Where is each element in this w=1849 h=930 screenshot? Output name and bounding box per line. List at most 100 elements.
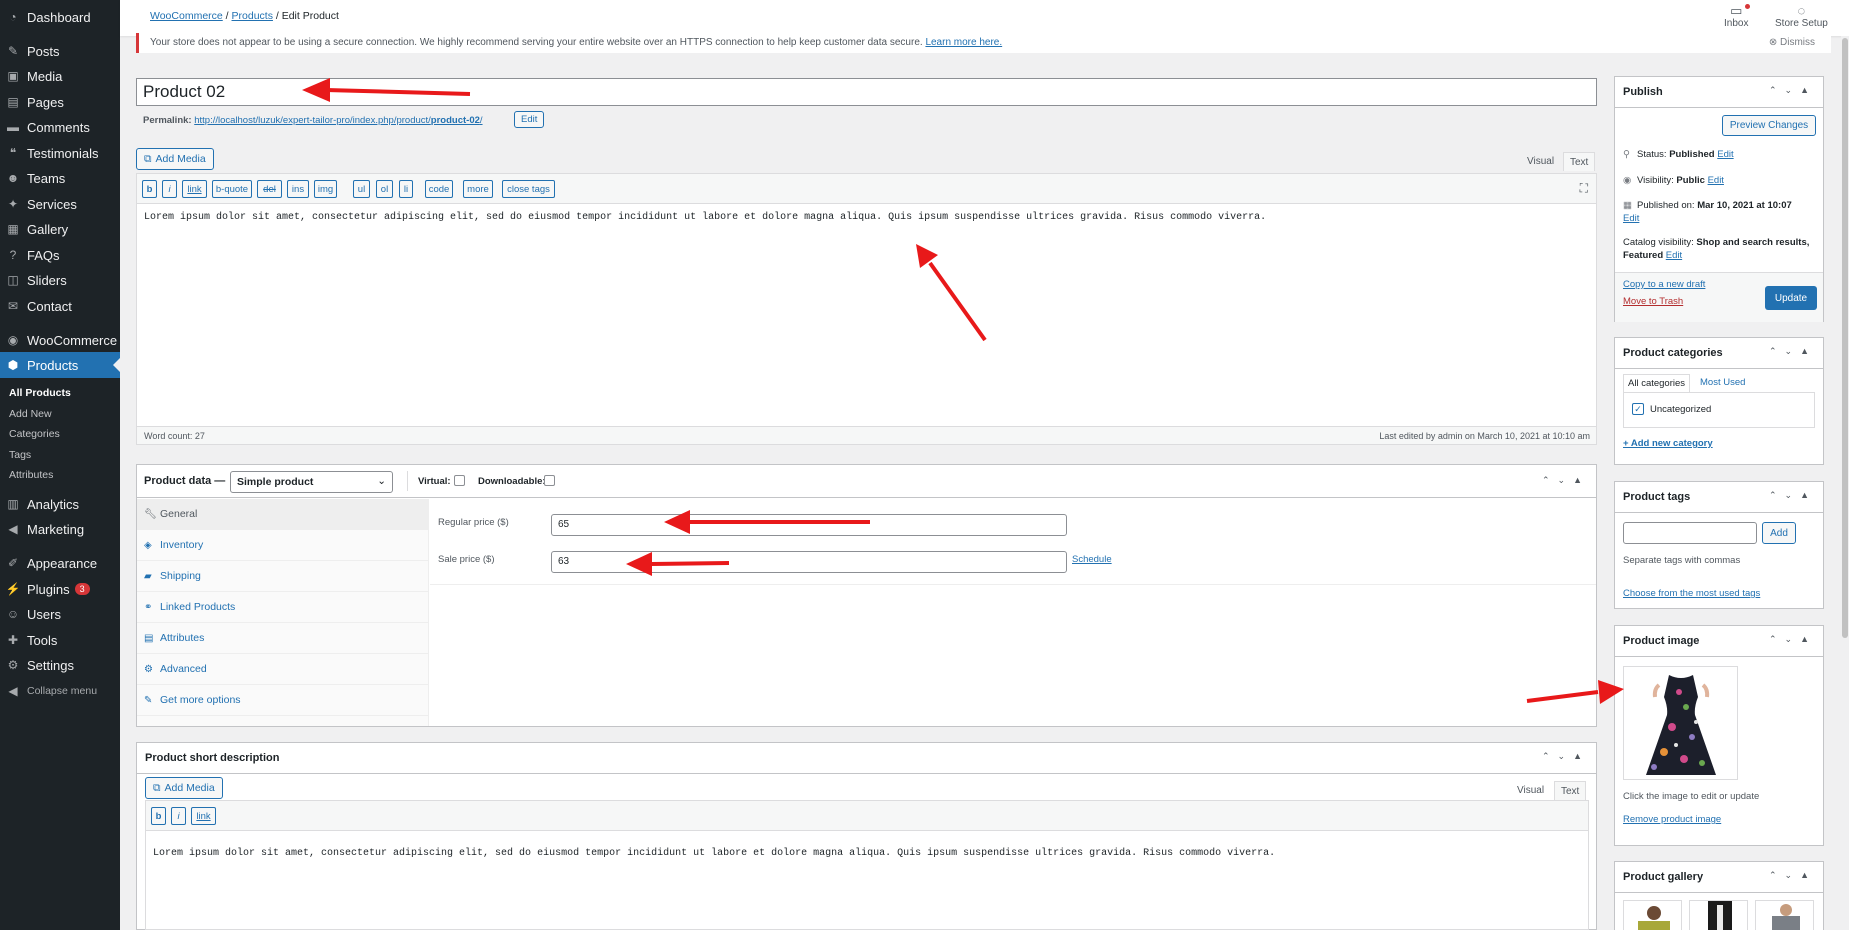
add-new-category-link[interactable]: + Add new category [1623,438,1713,449]
gallery-image[interactable] [1755,900,1814,930]
quicktag-close-tags[interactable]: close tags [502,180,555,198]
panel-handle-arrows[interactable]: ⌃⌄▲ [1542,475,1590,486]
collapse-menu-button[interactable]: ◀ Collapse menu [0,678,120,704]
choose-most-used-tags-link[interactable]: Choose from the most used tags [1623,588,1760,599]
menu-sliders[interactable]: ◫ Sliders [0,267,120,293]
quicktag-ul[interactable]: ul [353,180,370,198]
menu-media[interactable]: ▣ Media [0,63,120,89]
menu-analytics[interactable]: ▥ Analytics [0,491,120,517]
breadcrumb-woocommerce-link[interactable]: WooCommerce [150,10,223,22]
menu-settings[interactable]: ⚙ Settings [0,652,120,678]
menu-woocommerce[interactable]: ◉ WooCommerce [0,327,120,353]
menu-users[interactable]: ☺ Users [0,601,120,627]
copy-to-draft-link[interactable]: Copy to a new draft [1623,279,1705,290]
menu-contact[interactable]: ✉ Contact [0,293,120,319]
short-add-media-button[interactable]: ⧉ Add Media [145,777,223,799]
submenu-all-products[interactable]: All Products [0,383,120,403]
store-setup-button[interactable]: ◌ Store Setup [1775,3,1828,29]
panel-handle-arrows[interactable]: ⌃⌄▲ [1769,346,1817,357]
menu-dashboard[interactable]: ◔ Dashboard [0,4,120,30]
downloadable-checkbox[interactable] [544,475,555,486]
tab-general[interactable]: 🔧︎ General [137,499,429,530]
quicktag-li[interactable]: li [399,180,413,198]
quicktag-more[interactable]: more [463,180,493,198]
menu-teams[interactable]: ☻ Teams [0,165,120,191]
tab-text[interactable]: Text [1563,152,1596,171]
fullscreen-icon[interactable]: ⛶ [1580,181,1588,196]
panel-handle-arrows[interactable]: ⌃⌄▲ [1769,870,1817,881]
permalink-edit-button[interactable]: Edit [514,111,545,128]
quicktag-code[interactable]: code [425,180,453,198]
add-media-button[interactable]: ⧉ Add Media [136,148,214,170]
quicktag-italic[interactable]: i [162,180,177,198]
panel-handle-arrows[interactable]: ⌃⌄▲ [1769,634,1817,645]
regular-price-input[interactable]: 65 [551,514,1067,536]
quicktag-italic[interactable]: i [171,807,186,825]
submenu-tags[interactable]: Tags [0,445,120,465]
tag-input[interactable] [1623,522,1757,544]
tab-visual[interactable]: Visual [1521,152,1560,171]
menu-plugins[interactable]: ⚡ Plugins 3 [0,576,120,602]
tab-get-more-options[interactable]: ✎ Get more options [137,685,429,716]
quicktag-link[interactable]: link [191,807,216,825]
tab-shipping[interactable]: ▰ Shipping [137,561,429,592]
menu-testimonials[interactable]: ❝ Testimonials [0,140,120,166]
short-tab-visual[interactable]: Visual [1511,781,1550,800]
editor-content-textarea[interactable]: Lorem ipsum dolor sit amet, consectetur … [144,212,1266,223]
short-tab-text[interactable]: Text [1554,781,1587,800]
update-button[interactable]: Update [1765,286,1817,310]
quicktag-ol[interactable]: ol [376,180,393,198]
submenu-add-new[interactable]: Add New [0,404,120,424]
submenu-attributes[interactable]: Attributes [0,465,120,485]
menu-pages[interactable]: ▤ Pages [0,89,120,115]
short-description-textarea[interactable]: Lorem ipsum dolor sit amet, consectetur … [153,848,1275,859]
add-tag-button[interactable]: Add [1762,522,1796,544]
preview-changes-button[interactable]: Preview Changes [1722,115,1816,136]
notice-learn-more-link[interactable]: Learn more here. [925,37,1002,48]
tab-advanced[interactable]: ⚙ Advanced [137,654,429,685]
submenu-categories[interactable]: Categories [0,424,120,444]
menu-gallery[interactable]: ▦ Gallery [0,216,120,242]
move-to-trash-link[interactable]: Move to Trash [1623,296,1683,307]
menu-services[interactable]: ✦ Services [0,191,120,217]
quicktag-bold[interactable]: b [142,180,157,198]
breadcrumb-products-link[interactable]: Products [232,10,273,22]
menu-products[interactable]: ⬢ Products [0,352,120,378]
inbox-button[interactable]: ▭ Inbox [1724,3,1750,29]
menu-faqs[interactable]: ? FAQs [0,242,120,268]
tab-attributes[interactable]: ▤ Attributes [137,623,429,654]
tab-inventory[interactable]: ◈ Inventory [137,530,429,561]
panel-handle-arrows[interactable]: ⌃⌄▲ [1769,85,1817,96]
virtual-checkbox[interactable] [454,475,465,486]
quicktag-ins[interactable]: ins [287,180,309,198]
scrollbar-thumb[interactable] [1842,38,1848,638]
edit-visibility-link[interactable]: Edit [1708,175,1724,186]
product-image-thumbnail[interactable] [1623,666,1738,780]
permalink-link[interactable]: http://localhost/luzuk/expert-tailor-pro… [194,115,482,126]
post-title-input[interactable]: Product 02 [136,78,1597,106]
quicktag-img[interactable]: img [314,180,337,198]
edit-catalog-link[interactable]: Edit [1666,250,1682,261]
menu-tools[interactable]: ✚ Tools [0,627,120,653]
quicktag-link[interactable]: link [182,180,207,198]
edit-date-link[interactable]: Edit [1623,213,1639,224]
page-scrollbar[interactable] [1841,36,1849,930]
schedule-link[interactable]: Schedule [1072,554,1112,565]
gallery-image[interactable] [1623,900,1682,930]
tab-most-used[interactable]: Most Used [1700,377,1745,388]
menu-comments[interactable]: ▬ Comments [0,114,120,140]
gallery-image[interactable] [1689,900,1748,930]
quicktag-bquote[interactable]: b-quote [212,180,252,198]
sale-price-input[interactable]: 63 [551,551,1067,573]
product-type-select[interactable]: Simple product ⌄ [230,471,393,493]
tab-linked-products[interactable]: ⚭ Linked Products [137,592,429,623]
edit-status-link[interactable]: Edit [1717,149,1733,160]
menu-posts[interactable]: ✎ Posts [0,38,120,64]
panel-handle-arrows[interactable]: ⌃⌄▲ [1542,751,1590,762]
quicktag-del[interactable]: del [257,180,282,198]
menu-appearance[interactable]: ✐ Appearance [0,550,120,576]
panel-handle-arrows[interactable]: ⌃⌄▲ [1769,490,1817,501]
tab-all-categories[interactable]: All categories [1623,374,1691,392]
uncategorized-checkbox[interactable]: ✓ [1632,403,1644,415]
dismiss-button[interactable]: ⊗ Dismiss [1769,37,1815,48]
